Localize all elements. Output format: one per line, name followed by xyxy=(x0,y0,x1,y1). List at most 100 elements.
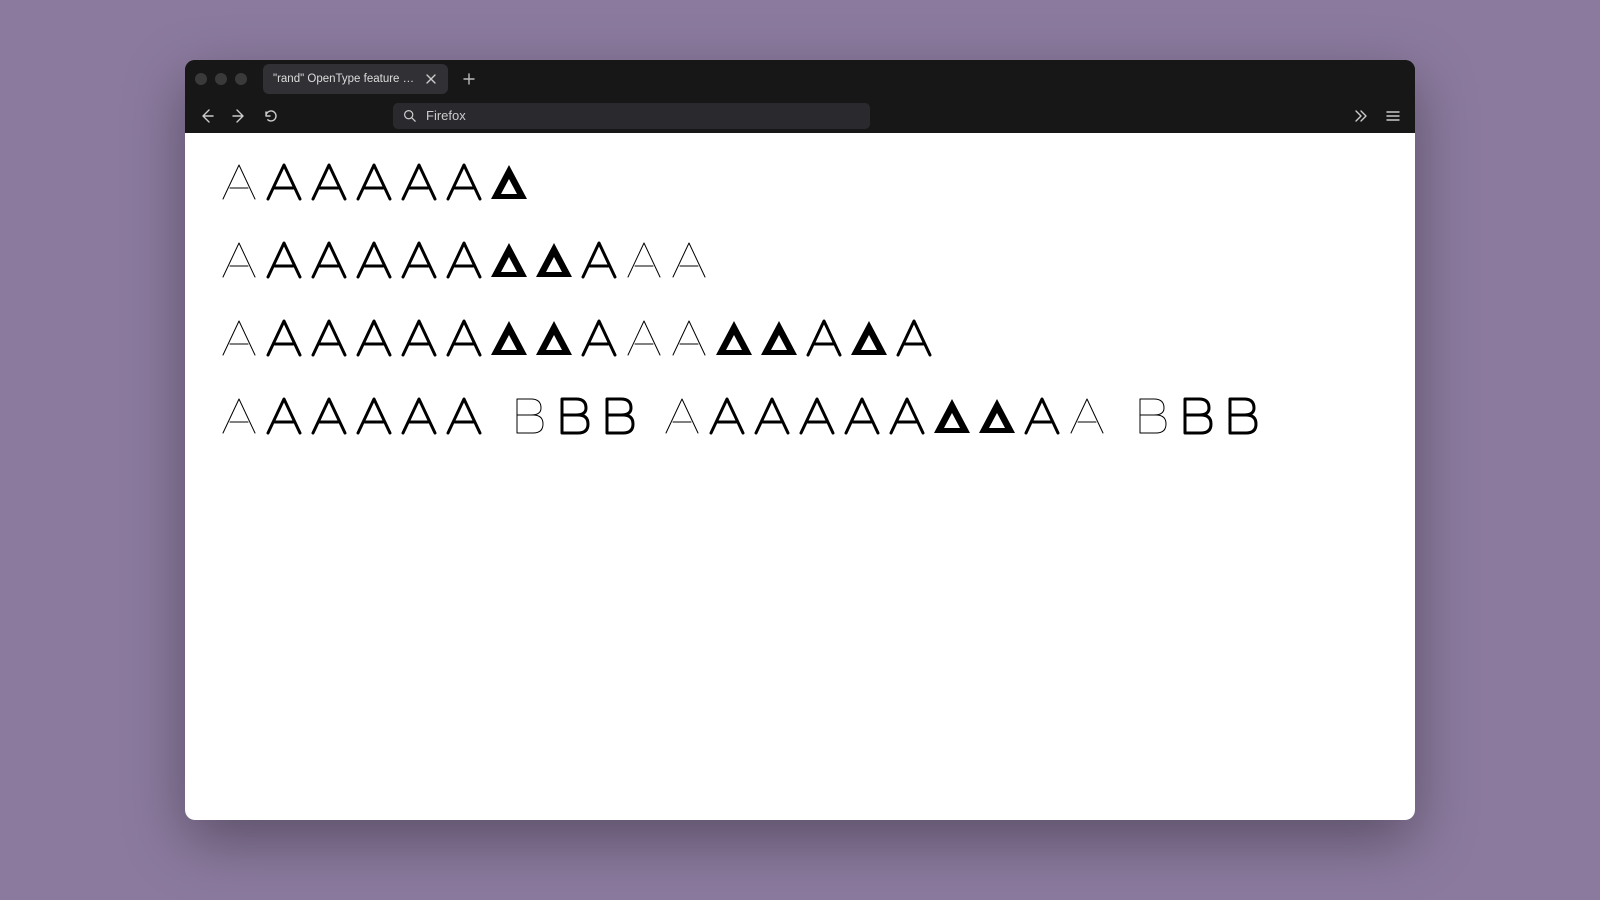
glyph xyxy=(352,395,396,435)
glyph xyxy=(352,161,396,201)
letter-a-icon xyxy=(624,239,664,279)
new-tab-button[interactable] xyxy=(456,66,482,92)
glyph xyxy=(262,395,306,435)
forward-button[interactable] xyxy=(229,106,249,126)
letter-a-icon xyxy=(932,395,972,435)
letter-a-icon xyxy=(624,317,664,357)
letter-a-icon xyxy=(354,317,394,357)
glyph xyxy=(596,395,640,435)
letter-a-icon xyxy=(444,317,484,357)
letter-a-icon xyxy=(444,395,484,435)
glyph xyxy=(487,161,531,201)
letter-a-icon xyxy=(354,239,394,279)
letter-a-icon xyxy=(579,317,619,357)
glyph xyxy=(577,239,621,279)
glyph xyxy=(795,395,839,435)
letter-a-icon xyxy=(669,239,709,279)
glyph xyxy=(262,239,306,279)
letter-a-icon xyxy=(842,395,882,435)
glyph xyxy=(892,317,936,357)
back-button[interactable] xyxy=(197,106,217,126)
letter-a-icon xyxy=(399,161,439,201)
address-text: Firefox xyxy=(426,108,466,123)
glyph xyxy=(532,317,576,357)
letter-a-icon xyxy=(849,317,889,357)
letter-a-icon xyxy=(759,317,799,357)
glyph xyxy=(442,317,486,357)
reload-icon xyxy=(263,108,279,124)
glyph xyxy=(802,317,846,357)
search-icon xyxy=(403,109,416,122)
glyph xyxy=(442,395,486,435)
letter-a-icon xyxy=(1067,395,1107,435)
glyph xyxy=(217,161,261,201)
glyph-row xyxy=(217,317,1383,357)
letter-a-icon xyxy=(264,317,304,357)
window-close-button[interactable] xyxy=(195,73,207,85)
letter-a-icon xyxy=(219,161,259,201)
letter-a-icon xyxy=(534,239,574,279)
window-minimize-button[interactable] xyxy=(215,73,227,85)
letter-a-icon xyxy=(354,161,394,201)
letter-a-icon xyxy=(354,395,394,435)
glyph xyxy=(262,161,306,201)
glyph xyxy=(551,395,595,435)
letter-a-icon xyxy=(219,317,259,357)
hamburger-icon xyxy=(1385,108,1401,124)
letter-a-icon xyxy=(707,395,747,435)
glyph xyxy=(262,317,306,357)
letter-b-icon xyxy=(1134,395,1168,435)
arrow-right-icon xyxy=(231,108,247,124)
glyph xyxy=(712,317,756,357)
glyph xyxy=(750,395,794,435)
letter-a-icon xyxy=(309,239,349,279)
glyph xyxy=(1065,395,1109,435)
letter-a-icon xyxy=(264,395,304,435)
glyph xyxy=(667,239,711,279)
letter-a-icon xyxy=(752,395,792,435)
letter-b-icon xyxy=(1179,395,1213,435)
letter-a-icon xyxy=(894,317,934,357)
glyph xyxy=(487,317,531,357)
glyph xyxy=(1219,395,1263,435)
overflow-button[interactable] xyxy=(1351,106,1371,126)
letter-a-icon xyxy=(797,395,837,435)
glyph xyxy=(660,395,704,435)
glyph xyxy=(506,395,550,435)
tab-close-button[interactable] xyxy=(424,72,438,86)
glyph xyxy=(667,317,711,357)
glyph xyxy=(397,317,441,357)
letter-a-icon xyxy=(534,317,574,357)
glyph-sample xyxy=(217,161,1383,435)
letter-a-icon xyxy=(264,161,304,201)
letter-a-icon xyxy=(219,395,259,435)
window-maximize-button[interactable] xyxy=(235,73,247,85)
glyph xyxy=(1129,395,1173,435)
glyph xyxy=(487,239,531,279)
arrow-left-icon xyxy=(199,108,215,124)
address-bar[interactable]: Firefox xyxy=(393,103,870,129)
tab-bar: "rand" OpenType feature test xyxy=(185,60,1415,98)
page-content xyxy=(185,133,1415,820)
letter-a-icon xyxy=(669,317,709,357)
toolbar: Firefox xyxy=(185,98,1415,133)
glyph xyxy=(1174,395,1218,435)
browser-tab[interactable]: "rand" OpenType feature test xyxy=(263,64,448,94)
plus-icon xyxy=(463,73,475,85)
glyph xyxy=(577,317,621,357)
letter-b-icon xyxy=(511,395,545,435)
glyph xyxy=(307,317,351,357)
letter-a-icon xyxy=(489,317,529,357)
letter-a-icon xyxy=(309,395,349,435)
glyph xyxy=(217,317,261,357)
letter-b-icon xyxy=(1224,395,1258,435)
letter-a-icon xyxy=(489,239,529,279)
reload-button[interactable] xyxy=(261,106,281,126)
app-menu-button[interactable] xyxy=(1383,106,1403,126)
glyph xyxy=(442,239,486,279)
close-icon xyxy=(426,74,436,84)
letter-a-icon xyxy=(264,239,304,279)
letter-a-icon xyxy=(887,395,927,435)
glyph xyxy=(840,395,884,435)
letter-a-icon xyxy=(309,317,349,357)
